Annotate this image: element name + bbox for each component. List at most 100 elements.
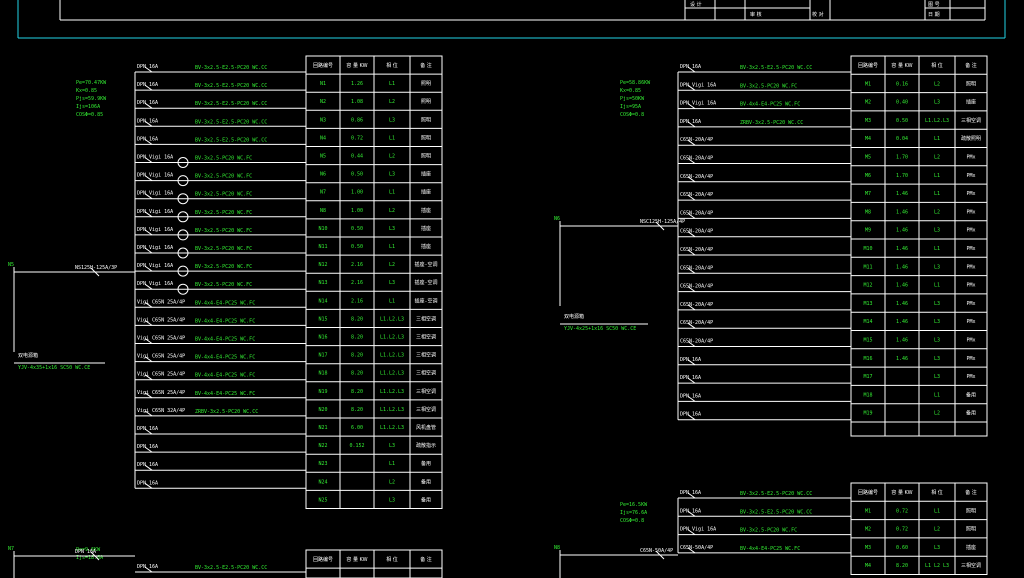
- table-cell-no: N16: [318, 335, 327, 341]
- table-cell-kw: 1.46: [896, 246, 908, 252]
- table-cell-phase: L2: [389, 479, 395, 485]
- table-cell-no: M3: [865, 118, 871, 124]
- table-cell-note: 疏散指示: [416, 442, 436, 449]
- breaker-label: C65N-20A/4P: [680, 192, 713, 198]
- breaker-label: C65N-20A/4P: [680, 137, 713, 143]
- table-cell-note: 照明: [421, 99, 431, 105]
- table-cell-phase: L1: [389, 244, 395, 250]
- cable-label: BV-3x2.5-PC20 WC.FC: [195, 282, 252, 288]
- table-cell-kw: 8.20: [351, 371, 363, 377]
- table-cell-phase: L1: [934, 246, 940, 252]
- breaker-label: DPN Vigi 16A: [680, 82, 716, 88]
- table-cell-no: N18: [318, 371, 327, 377]
- table-cell-kw: 2.16: [351, 262, 363, 268]
- table-cell-note: 照明: [421, 81, 431, 87]
- breaker-label: C65N-20A/4P: [680, 302, 713, 308]
- cable-label: BV-3x2.5-E2.5-PC20 WC.CC: [740, 65, 812, 71]
- circuit-table: 回路编号 容 量 KW 相 位 备 注: [305, 549, 443, 578]
- breaker-label: C65N-20A/4P: [680, 229, 713, 235]
- table-cell-kw: 8.20: [351, 353, 363, 359]
- breaker-label: DPN Vigi 16A: [137, 173, 173, 179]
- table-cell-note: PMx: [966, 264, 975, 270]
- table-cell-no: N12: [318, 262, 327, 268]
- cable-label: BV-3x2.5-PC20 WC.FC: [195, 210, 252, 216]
- table-cell-note: 照明: [421, 154, 431, 160]
- table-cell-phase: L1.L2.L3: [380, 407, 404, 413]
- table-cell-note: PMx: [966, 191, 975, 197]
- breaker-label: DPN 16A: [137, 82, 158, 88]
- table-cell-note: 插座: [421, 207, 431, 214]
- table-cell-kw: 8.20: [351, 316, 363, 322]
- table-cell-kw: 0.152: [349, 443, 364, 449]
- table-cell-note: 三相空调: [961, 562, 981, 569]
- load-parameter: Ijs=106A: [76, 104, 100, 110]
- table-cell-no: M7: [865, 191, 871, 197]
- load-parameter: COSΦ=0.8: [620, 518, 644, 524]
- breaker-label: DPN Vigi 16A: [680, 527, 716, 533]
- table-cell-no: M17: [863, 374, 872, 380]
- table-cell-kw: 1.08: [351, 99, 363, 105]
- table-cell-kw: 8.20: [896, 563, 908, 569]
- cable-label: BV-3x2.5-E2.5-PC20 WC.CC: [195, 65, 267, 71]
- breaker-label: DPN 16A: [137, 462, 158, 468]
- table-cell-no: N11: [318, 244, 327, 250]
- table-cell-phase: L1.L2.L3: [380, 389, 404, 395]
- supply-label: N5: [8, 262, 14, 268]
- table-cell-no: M1: [865, 81, 871, 87]
- table-cell-phase: L1: [934, 173, 940, 179]
- table-cell-note: 插座-空调: [414, 279, 437, 286]
- cable-label: BV-3x2.5-E2.5-PC20 WC.CC: [195, 119, 267, 125]
- load-parameter: COSΦ=0.8: [620, 112, 644, 118]
- main-breaker-label: NS125H-125A/3P: [75, 265, 117, 271]
- cable-label: BV-4x4-E4-PC25 WC.FC: [740, 102, 800, 108]
- breaker-label: Vigi C65N 25A/4P: [137, 354, 185, 360]
- supply-label: N8: [554, 545, 560, 551]
- table-cell-note: 三相空调: [416, 370, 436, 377]
- panel-2: Pe=58.86KW Kx=0.85 Pjs=50KW Ijs=95A COSΦ=0.8…: [554, 55, 988, 437]
- table-cell-phase: L3: [389, 117, 395, 123]
- panel-1: Pe=70.47KW Kx=0.85 Pjs=59.9KW Ijs=106A COSΦ=…: [8, 55, 443, 509]
- table-cell-phase: L2: [934, 209, 940, 215]
- table-cell-note: 插座: [966, 544, 976, 551]
- table-cell-note: 插座-空调: [414, 261, 437, 268]
- table-cell-no: N14: [318, 298, 327, 304]
- table-cell-no: N25: [318, 497, 327, 503]
- table-cell-kw: 0.04: [896, 136, 908, 142]
- table-cell-no: N6: [320, 172, 326, 178]
- breaker-label: DPN Vigi 16A: [137, 263, 173, 269]
- load-parameter: COSΦ=0.85: [76, 112, 103, 118]
- table-cell-note: 照明: [966, 81, 976, 87]
- breaker-label: C65N-20A/4P: [680, 210, 713, 216]
- table-cell-kw: 8.20: [351, 335, 363, 341]
- breaker-label: C65N-20A/4P: [680, 265, 713, 271]
- breaker-label: Vigi C65N 25A/4P: [137, 336, 185, 342]
- table-cell-kw: 0.40: [896, 100, 908, 106]
- table-cell-note: 照明: [966, 527, 976, 533]
- cable-label: BV-3x2.5-E2.5-PC20 WC.CC: [195, 137, 267, 143]
- cable-label: BV-3x2.5-PC20 WC.FC: [195, 192, 252, 198]
- table-cell-no: N2: [320, 99, 326, 105]
- cable-label: BV-3x2.5-PC20 WC.FC: [195, 264, 252, 270]
- main-breaker-label: DPN 16A: [75, 549, 96, 555]
- table-cell-phase: L2: [389, 99, 395, 105]
- table-header: 容 量 KW: [891, 62, 912, 69]
- table-cell-kw: 1.46: [896, 319, 908, 325]
- load-parameter: Pjs=59.9KW: [76, 96, 107, 102]
- table-cell-phase: L1 L2 L3: [925, 563, 949, 569]
- table-cell-phase: L3: [934, 338, 940, 344]
- table-header: 相 位: [931, 62, 943, 69]
- table-cell-phase: L1: [934, 136, 940, 142]
- table-cell-no: N21: [318, 425, 327, 431]
- table-header: 容 量 KW: [346, 62, 367, 69]
- table-header: 备 注: [965, 62, 977, 69]
- table-cell-phase: L2: [934, 81, 940, 87]
- table-cell-kw: 0.72: [896, 508, 908, 514]
- table-cell-note: 插座-空调: [414, 297, 437, 304]
- table-header: 回路编号: [313, 62, 333, 69]
- table-header: 备 注: [420, 62, 432, 69]
- feeder-caption: 双电源箱: [18, 352, 38, 359]
- load-parameter: Ijs=95A: [620, 104, 641, 110]
- table-cell-phase: L1.L2.L3: [380, 371, 404, 377]
- table-header: 相 位: [386, 556, 398, 563]
- breaker-label: DPN 16A: [137, 136, 158, 142]
